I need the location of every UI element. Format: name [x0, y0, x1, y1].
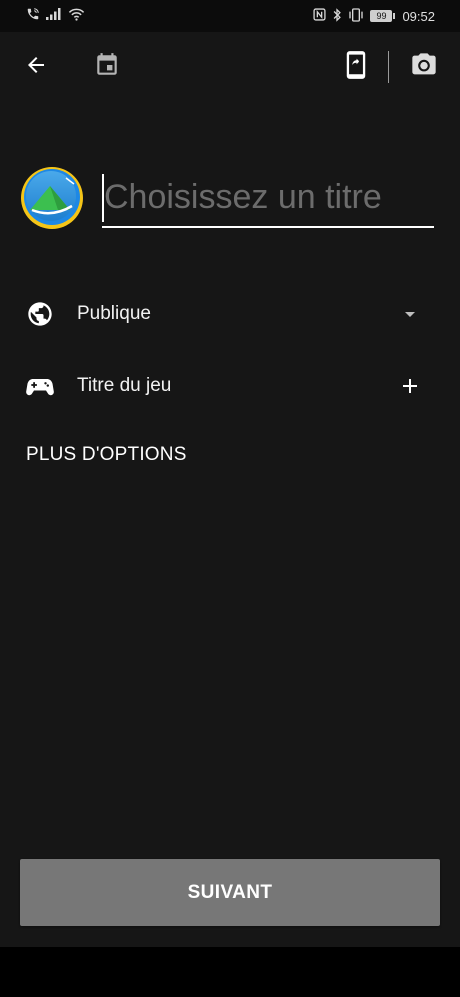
game-row[interactable]: Titre du jeu	[0, 356, 460, 416]
wifi-icon	[68, 8, 85, 24]
signal-icon	[46, 8, 62, 23]
more-options-link[interactable]: PLUS D'OPTIONS	[26, 444, 187, 466]
globe-icon	[26, 300, 54, 328]
camera-icon	[410, 51, 438, 84]
battery-indicator: 99	[370, 10, 396, 22]
next-button-label: SUIVANT	[187, 881, 273, 903]
system-nav-bar	[0, 947, 460, 997]
schedule-button[interactable]	[87, 47, 127, 87]
wifi-calling-icon	[26, 7, 40, 24]
camera-button[interactable]	[404, 47, 444, 87]
privacy-label: Publique	[77, 303, 151, 324]
status-left	[26, 7, 85, 24]
privacy-row[interactable]: Publique	[0, 284, 460, 344]
screen-share-button[interactable]	[336, 47, 376, 87]
status-time: 09:52	[402, 8, 435, 24]
phone-share-icon	[345, 50, 367, 85]
gamepad-icon	[26, 372, 54, 400]
status-bar: 99 09:52	[0, 0, 460, 32]
next-button[interactable]: SUIVANT	[20, 859, 440, 926]
title-input[interactable]	[102, 172, 434, 226]
bluetooth-icon	[332, 7, 342, 25]
status-right: 99 09:52	[313, 6, 435, 26]
app-logo	[20, 166, 84, 230]
nfc-icon	[313, 8, 327, 24]
arrow-left-icon	[24, 53, 48, 82]
calendar-icon	[94, 52, 120, 83]
vibrate-icon	[348, 7, 364, 25]
plus-icon[interactable]	[398, 374, 422, 398]
game-title-label: Titre du jeu	[77, 375, 172, 396]
title-field[interactable]	[102, 172, 434, 228]
dropdown-arrow-icon[interactable]	[398, 302, 422, 326]
toolbar-divider	[388, 51, 389, 83]
app-screen: 99 09:52 Choisissez un titre Publique Ti…	[0, 0, 460, 947]
text-cursor	[102, 174, 104, 222]
back-button[interactable]	[16, 47, 56, 87]
